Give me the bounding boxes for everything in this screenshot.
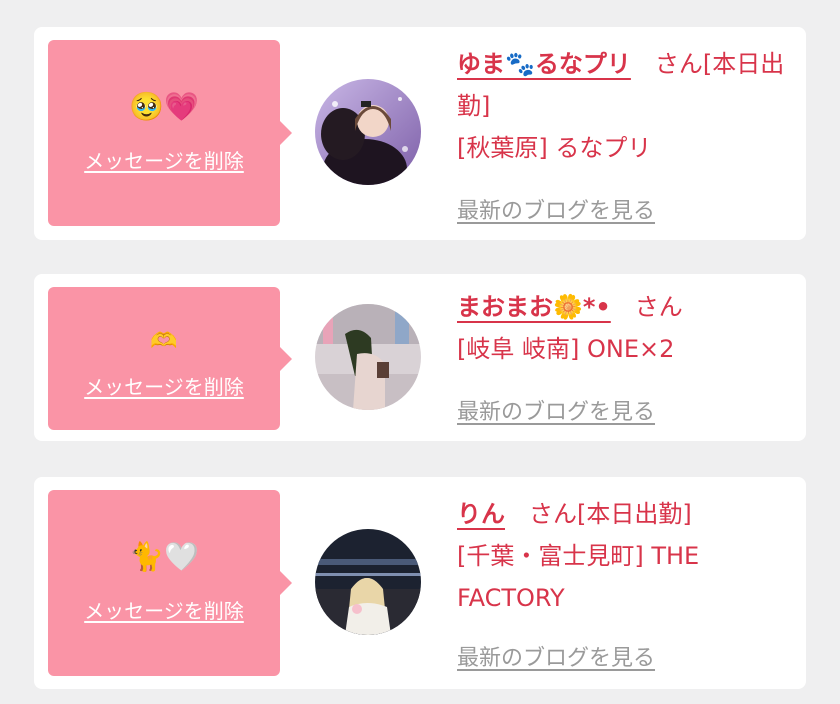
latest-blog-link[interactable]: 最新のブログを見る xyxy=(457,193,655,225)
message-card: 🫶 メッセージを削除 まおまお🌼*• さん [岐阜 岐南] ONE×2 最新のブロ… xyxy=(34,274,806,441)
user-name-link[interactable]: まおまお🌼*• xyxy=(457,293,611,321)
avatar[interactable] xyxy=(315,79,421,185)
shop-location: [岐阜 岐南] ONE×2 xyxy=(457,335,675,363)
avatar[interactable] xyxy=(315,529,421,635)
delete-message-link[interactable]: メッセージを削除 xyxy=(48,595,280,624)
message-emoji: 🫶 xyxy=(150,329,178,354)
user-info: ゆま🐾るなプリ さん[本日出勤] [秋葉原] るなプリ xyxy=(457,43,787,169)
user-name-link[interactable]: りん xyxy=(457,500,505,528)
message-card: 🐈🤍 メッセージを削除 りん さん[本日出勤] [千葉・富士見町] THE FAC… xyxy=(34,477,806,689)
honorific: さん xyxy=(654,50,703,78)
message-emoji: 🥹💗 xyxy=(129,90,199,123)
message-bubble: 🐈🤍 メッセージを削除 xyxy=(48,490,292,676)
user-info: まおまお🌼*• さん [岐阜 岐南] ONE×2 xyxy=(457,286,787,370)
shop-location: [千葉・富士見町] THE FACTORY xyxy=(457,542,700,612)
message-bubble: 🫶 メッセージを削除 xyxy=(48,287,292,430)
message-card: 🥹💗 メッセージを削除 ゆま🐾るなプリ さん[本日出勤] [秋葉原] るなプリ 最… xyxy=(34,27,806,240)
message-bubble: 🥹💗 メッセージを削除 xyxy=(48,40,292,226)
message-emoji: 🐈🤍 xyxy=(129,540,199,573)
shop-location: [秋葉原] るなプリ xyxy=(457,134,652,162)
user-info: りん さん[本日出勤] [千葉・富士見町] THE FACTORY xyxy=(457,493,787,619)
latest-blog-link[interactable]: 最新のブログを見る xyxy=(457,640,655,672)
latest-blog-link[interactable]: 最新のブログを見る xyxy=(457,394,655,426)
status-text: [本日出勤] xyxy=(577,500,692,528)
user-name-link[interactable]: ゆま🐾るなプリ xyxy=(457,50,631,78)
honorific: さん xyxy=(529,500,577,528)
delete-message-link[interactable]: メッセージを削除 xyxy=(48,371,280,400)
honorific: さん xyxy=(634,293,683,321)
avatar[interactable] xyxy=(315,304,421,410)
delete-message-link[interactable]: メッセージを削除 xyxy=(48,145,280,174)
